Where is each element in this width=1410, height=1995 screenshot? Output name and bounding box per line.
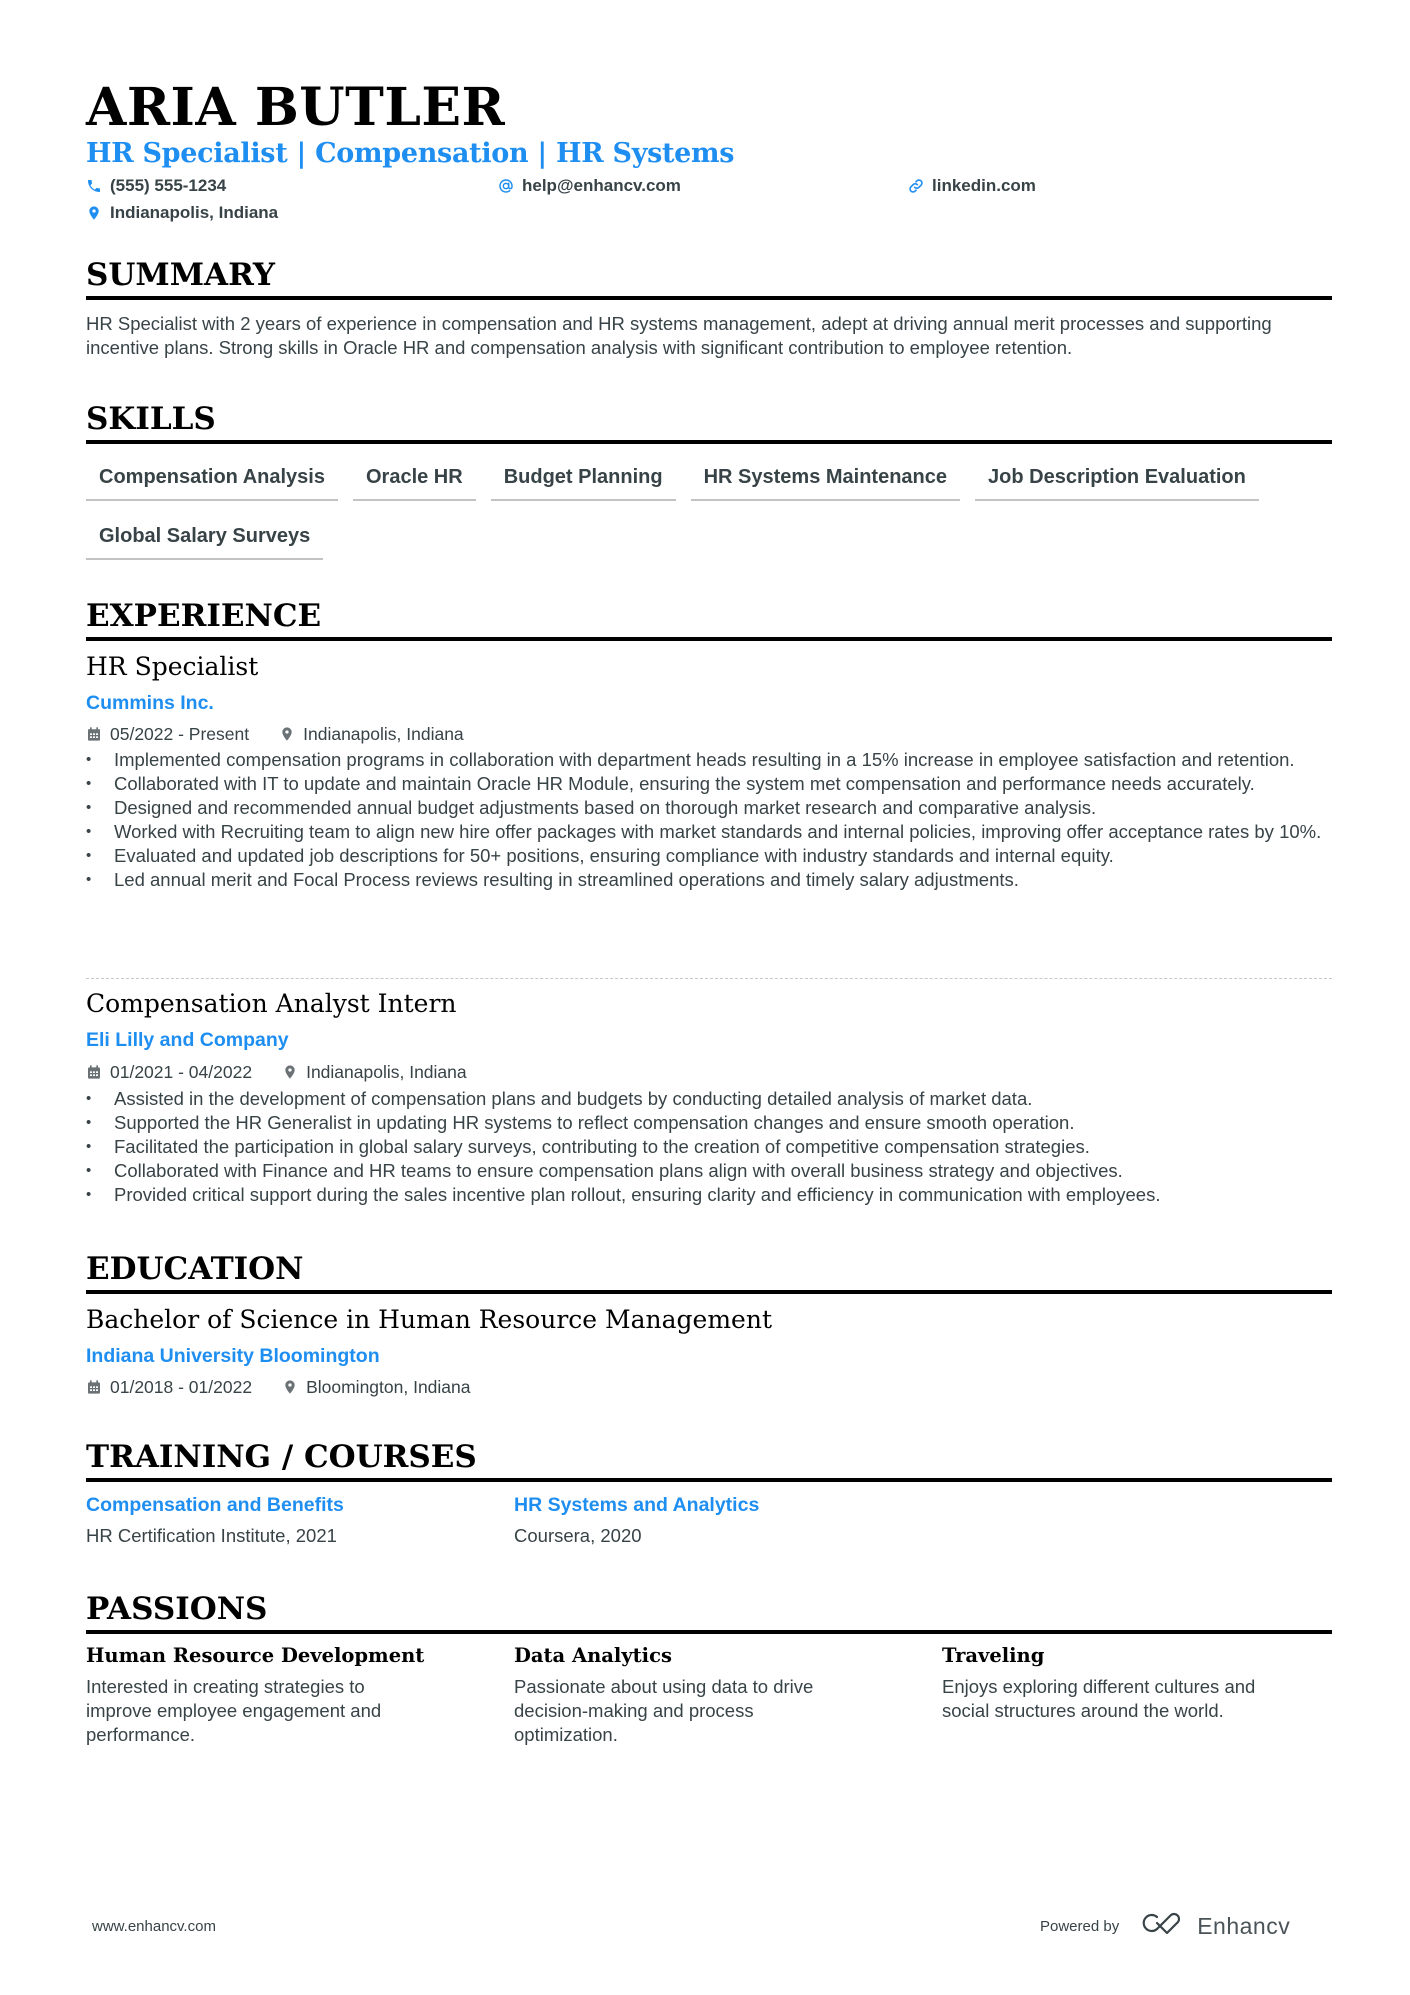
passion-description: Enjoys exploring different cultures and … bbox=[942, 1676, 1256, 1721]
calendar-icon bbox=[86, 726, 102, 742]
section-title-experience: EXPERIENCE bbox=[86, 597, 1332, 641]
job-bullets: Implemented compensation programs in col… bbox=[86, 748, 1332, 892]
job-divider bbox=[86, 978, 1332, 979]
location-text: Indianapolis, Indiana bbox=[110, 203, 279, 222]
calendar-icon bbox=[86, 1379, 102, 1395]
bullet-item: Assisted in the development of compensat… bbox=[86, 1087, 1332, 1111]
at-icon bbox=[498, 178, 514, 194]
linkedin-link[interactable]: linkedin.com bbox=[932, 175, 1036, 197]
company-name: Cummins Inc. bbox=[86, 692, 214, 714]
bullet-item: Collaborated with IT to update and maint… bbox=[86, 772, 1332, 796]
passion-title: Human Resource Development bbox=[86, 1644, 425, 1667]
section-title-passions: PASSIONS bbox=[86, 1590, 1332, 1634]
skill-tag: Global Salary Surveys bbox=[86, 517, 324, 560]
passion-description: Passionate about using data to drive dec… bbox=[514, 1676, 814, 1745]
job-location: Indianapolis, Indiana bbox=[306, 1062, 467, 1082]
section-title-summary: SUMMARY bbox=[86, 256, 1332, 300]
contact-location: Indianapolis, Indiana bbox=[86, 202, 278, 224]
contact-email[interactable]: help@enhancv.com bbox=[498, 175, 681, 197]
bullet-item: Provided critical support during the sal… bbox=[86, 1183, 1332, 1207]
job-location: Indianapolis, Indiana bbox=[303, 724, 464, 744]
phone-text: (555) 555-1234 bbox=[110, 176, 227, 195]
contact-linkedin[interactable]: linkedin.com bbox=[908, 175, 1036, 197]
bullet-item: Worked with Recruiting team to align new… bbox=[86, 820, 1332, 844]
enhancv-brand-text: Enhancv bbox=[1197, 1912, 1291, 1939]
job-title: Compensation Analyst Intern bbox=[86, 989, 457, 1018]
bullet-item: Supported the HR Generalist in updating … bbox=[86, 1111, 1332, 1135]
school-name: Indiana University Bloomington bbox=[86, 1345, 380, 1367]
enhancv-logo[interactable]: Enhancv bbox=[1139, 1910, 1290, 1942]
job-title: HR Specialist bbox=[86, 652, 259, 681]
skills-list: Compensation Analysis Oracle HR Budget P… bbox=[86, 458, 1332, 560]
passion-title: Data Analytics bbox=[514, 1644, 672, 1667]
course-name: Compensation and Benefits bbox=[86, 1494, 344, 1516]
skill-tag: Compensation Analysis bbox=[86, 458, 338, 501]
job-meta: 05/2022 - Present Indianapolis, Indiana bbox=[86, 723, 464, 745]
section-title-training: TRAINING / COURSES bbox=[86, 1438, 1332, 1482]
course-name: HR Systems and Analytics bbox=[514, 1494, 760, 1516]
summary-text: HR Specialist with 2 years of experience… bbox=[86, 313, 1272, 358]
footer-branding: Powered by Enhancv bbox=[1040, 1910, 1290, 1942]
bullet-item: Collaborated with Finance and HR teams t… bbox=[86, 1159, 1332, 1183]
skill-tag: HR Systems Maintenance bbox=[690, 458, 961, 501]
section-title-skills: SKILLS bbox=[86, 400, 1332, 444]
powered-by-label: Powered by bbox=[1040, 1917, 1120, 1935]
link-icon bbox=[908, 178, 924, 194]
enhancv-logo-icon bbox=[1139, 1910, 1185, 1942]
email-link[interactable]: help@enhancv.com bbox=[522, 175, 681, 197]
bullet-item: Facilitated the participation in global … bbox=[86, 1135, 1332, 1159]
skill-tag: Oracle HR bbox=[352, 458, 476, 501]
education-dates: 01/2018 - 01/2022 bbox=[110, 1377, 253, 1397]
calendar-icon bbox=[86, 1064, 102, 1080]
section-title-education: EDUCATION bbox=[86, 1250, 1332, 1294]
job-dates: 01/2021 - 04/2022 bbox=[110, 1062, 253, 1082]
course-provider: Coursera, 2020 bbox=[514, 1525, 642, 1546]
footer-website-link[interactable]: www.enhancv.com bbox=[92, 1918, 216, 1935]
bullet-item: Implemented compensation programs in col… bbox=[86, 748, 1332, 772]
job-meta: 01/2021 - 04/2022 Indianapolis, Indiana bbox=[86, 1061, 467, 1083]
contact-phone: (555) 555-1234 bbox=[86, 175, 226, 197]
education-meta: 01/2018 - 01/2022 Bloomington, Indiana bbox=[86, 1376, 471, 1398]
skill-tag: Budget Planning bbox=[490, 458, 676, 501]
candidate-headline: HR Specialist | Compensation | HR System… bbox=[86, 138, 735, 169]
degree-title: Bachelor of Science in Human Resource Ma… bbox=[86, 1305, 772, 1334]
location-pin-icon bbox=[86, 205, 102, 221]
location-pin-icon bbox=[282, 1064, 298, 1080]
skill-tag: Job Description Evaluation bbox=[975, 458, 1259, 501]
phone-icon bbox=[86, 178, 102, 194]
job-dates: 05/2022 - Present bbox=[110, 724, 250, 744]
location-pin-icon bbox=[279, 726, 295, 742]
bullet-item: Led annual merit and Focal Process revie… bbox=[86, 868, 1332, 892]
candidate-name: ARIA BUTLER bbox=[86, 77, 506, 138]
course-provider: HR Certification Institute, 2021 bbox=[86, 1525, 337, 1546]
job-bullets: Assisted in the development of compensat… bbox=[86, 1087, 1332, 1207]
passion-description: Interested in creating strategies to imp… bbox=[86, 1676, 382, 1745]
passion-title: Traveling bbox=[942, 1644, 1045, 1667]
bullet-item: Designed and recommended annual budget a… bbox=[86, 796, 1332, 820]
location-pin-icon bbox=[282, 1379, 298, 1395]
company-name: Eli Lilly and Company bbox=[86, 1029, 289, 1051]
bullet-item: Evaluated and updated job descriptions f… bbox=[86, 844, 1332, 868]
education-location: Bloomington, Indiana bbox=[306, 1377, 471, 1397]
